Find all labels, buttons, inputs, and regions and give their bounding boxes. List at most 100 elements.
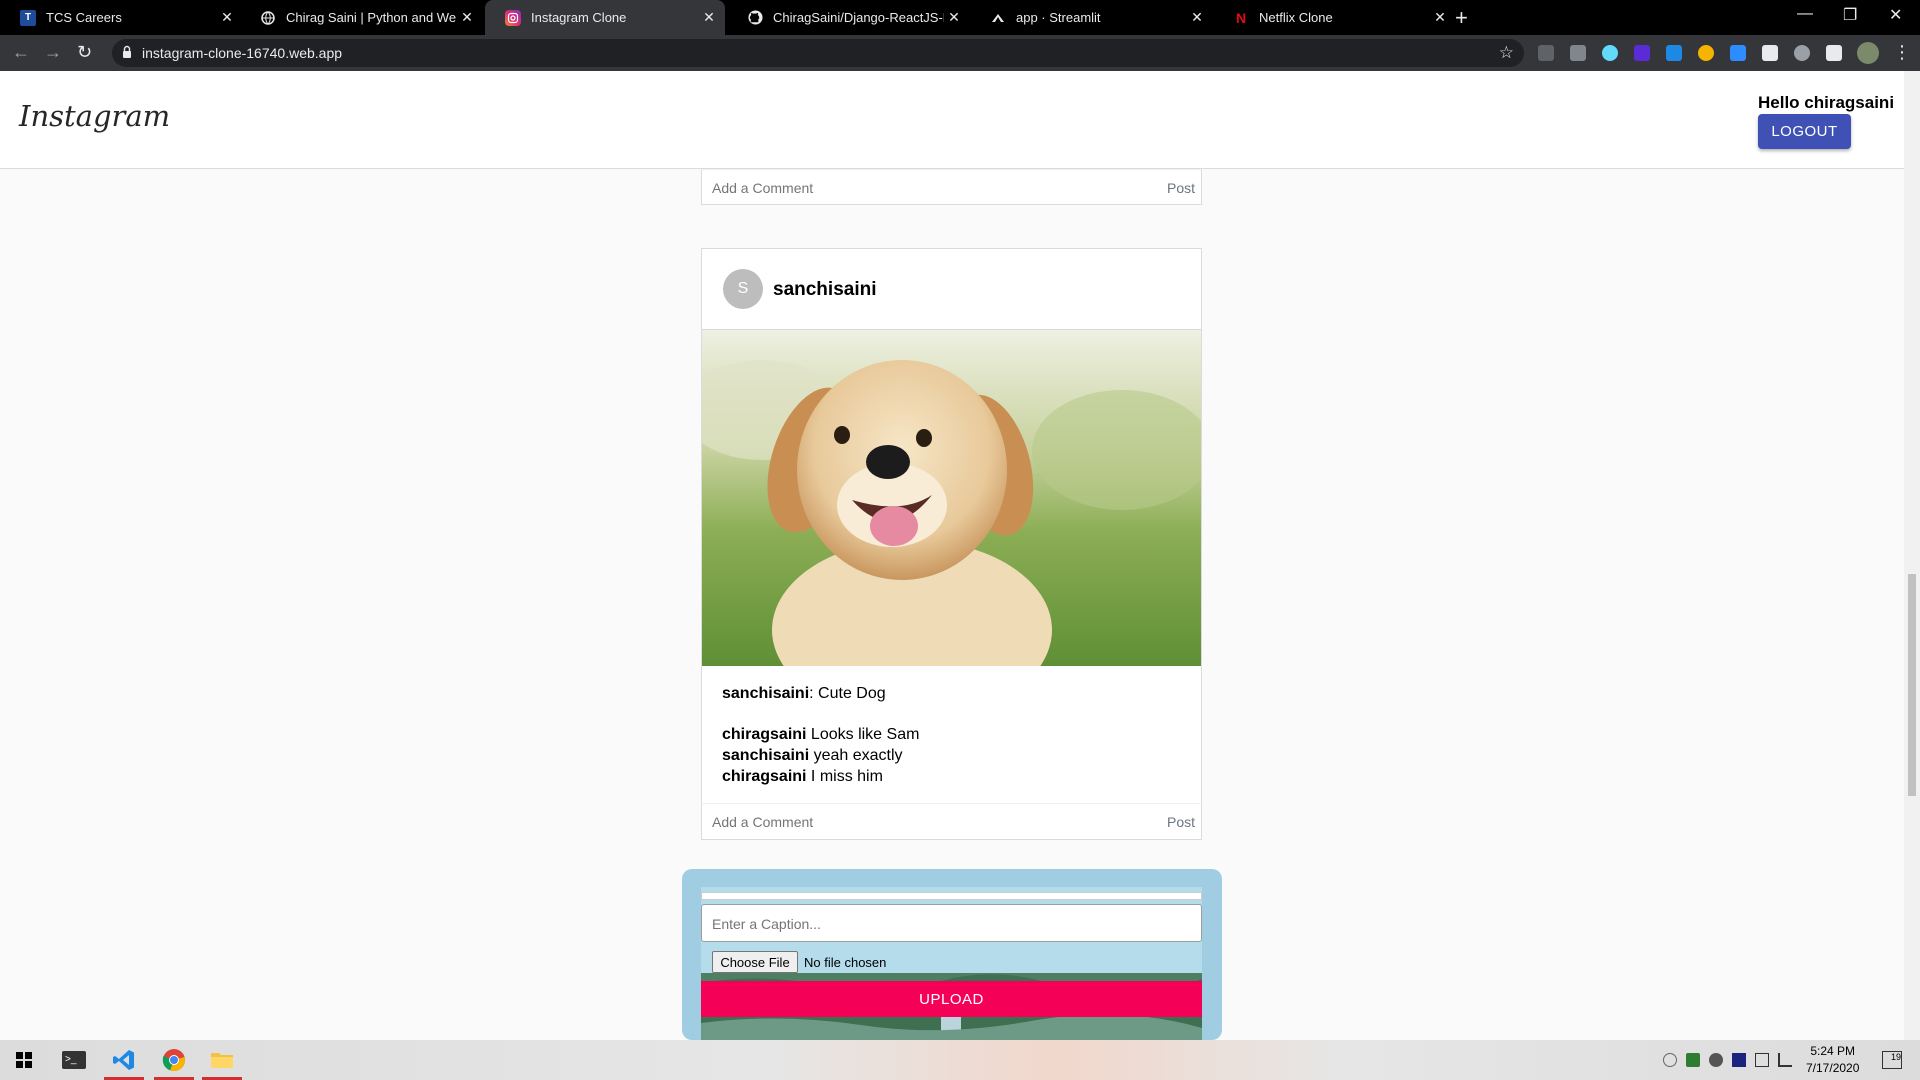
tab-title: Netflix Clone (1259, 10, 1333, 25)
tcs-icon: T (20, 9, 36, 26)
extension-redux-icon[interactable] (1634, 45, 1650, 61)
window-close-icon[interactable]: ✕ (1889, 5, 1902, 25)
tab-instagram-clone[interactable]: Instagram Clone ✕ (485, 0, 725, 35)
extension-zoom-icon[interactable] (1730, 45, 1746, 61)
github-icon (747, 10, 763, 26)
page-content: Instagram Hello chiragsaini LOGOUT Add a… (0, 71, 1904, 1040)
tray-shield-icon[interactable] (1686, 1053, 1700, 1067)
clock-time: 5:24 PM (1810, 1044, 1856, 1058)
bookmark-star-icon[interactable]: ☆ (1499, 43, 1514, 63)
post-comment-button[interactable]: Post (1167, 814, 1195, 830)
profile-avatar[interactable] (1857, 42, 1879, 64)
close-icon[interactable]: ✕ (457, 9, 477, 26)
close-icon[interactable]: ✕ (699, 9, 719, 26)
windows-start-icon[interactable] (0, 1040, 48, 1080)
post-comment-button[interactable]: Post (1167, 180, 1195, 196)
url-text: instagram-clone-16740.web.app (142, 45, 343, 61)
close-icon[interactable]: ✕ (1187, 9, 1207, 26)
tab-title: Chirag Saini | Python and Web D (286, 10, 457, 25)
file-explorer-icon[interactable] (198, 1040, 246, 1080)
file-status-text: No file chosen (804, 955, 887, 970)
close-icon[interactable]: ✕ (217, 9, 237, 26)
greeting-text: Hello chiragsaini (1758, 93, 1895, 112)
comment-item: chiragsaini Looks like Sam (722, 726, 919, 744)
back-icon[interactable]: ← (12, 42, 30, 63)
reload-icon[interactable]: ↻ (77, 42, 92, 63)
image-upload-card: Enter a Caption... Choose File No file c… (682, 869, 1222, 1040)
tab-streamlit[interactable]: app · Streamlit ✕ (970, 0, 1213, 35)
comment-text: yeah exactly (809, 747, 903, 764)
lock-icon (123, 45, 131, 58)
minimize-icon[interactable]: — (1797, 5, 1813, 23)
extension-calendar-icon[interactable] (1762, 45, 1778, 61)
tray-volume-icon[interactable] (1778, 1053, 1792, 1067)
comment-item: chiragsaini I miss him (722, 768, 883, 786)
comment-form: Add a Comment Post (701, 169, 1202, 205)
forward-icon[interactable]: → (44, 42, 62, 63)
tray-network-icon[interactable] (1755, 1053, 1769, 1067)
address-bar[interactable]: instagram-clone-16740.web.app ☆ (112, 39, 1524, 67)
tab-netflix-clone[interactable]: N Netflix Clone ✕ (1213, 0, 1456, 35)
post-image (702, 330, 1201, 666)
comment-username[interactable]: chiragsaini (722, 768, 806, 785)
close-icon[interactable]: ✕ (1430, 9, 1450, 26)
restore-icon[interactable]: ❐ (1843, 5, 1857, 25)
caption-text: : Cute Dog (809, 685, 886, 702)
page-scrollbar[interactable] (1904, 71, 1920, 1040)
choose-file-button[interactable]: Choose File (712, 951, 798, 973)
notification-center-icon[interactable]: 19 (1882, 1051, 1902, 1069)
tab-title: Instagram Clone (531, 10, 627, 25)
post-header: S sanchisaini (702, 249, 1201, 330)
instagram-icon (505, 9, 521, 26)
netflix-icon: N (1235, 9, 1247, 26)
comment-item: sanchisaini yeah exactly (722, 747, 903, 765)
extension-s-icon[interactable] (1666, 45, 1682, 61)
post-username[interactable]: sanchisaini (773, 279, 877, 301)
browser-tab-bar: T TCS Careers ✕ Chirag Saini | Python an… (0, 0, 1920, 35)
globe-icon (260, 10, 276, 26)
tab-title: TCS Careers (46, 10, 122, 25)
extensions-puzzle-icon[interactable] (1826, 45, 1842, 61)
extension-camera-icon[interactable] (1570, 45, 1586, 61)
new-tab-button[interactable]: + (1455, 5, 1468, 31)
extension-analytics-icon[interactable] (1538, 45, 1554, 61)
tray-defender-icon[interactable] (1732, 1053, 1746, 1067)
notification-count: 19 (1890, 1052, 1901, 1062)
tab-title: ChiragSaini/Django-ReactJS-Real (773, 10, 944, 25)
instagram-logo[interactable]: Instagram (19, 99, 170, 133)
windows-taskbar: >_ 5:24 PM 7/17/2020 19 (0, 1040, 1920, 1080)
tab-tcs-careers[interactable]: T TCS Careers ✕ (0, 0, 243, 35)
comment-username[interactable]: sanchisaini (722, 747, 809, 764)
caption-username[interactable]: sanchisaini (722, 685, 809, 702)
avatar[interactable]: S (723, 269, 763, 309)
tab-title: app · Streamlit (1016, 10, 1101, 25)
comment-username[interactable]: chiragsaini (722, 726, 806, 743)
tab-chirag-saini[interactable]: Chirag Saini | Python and Web D ✕ (240, 0, 483, 35)
menu-kebab-icon[interactable]: ⋮ (1893, 42, 1911, 63)
upload-button[interactable]: UPLOAD (701, 981, 1202, 1017)
comment-text: I miss him (806, 768, 883, 785)
extension-circle-icon[interactable] (1794, 45, 1810, 61)
vscode-icon[interactable] (100, 1040, 148, 1080)
caption-input[interactable]: Enter a Caption... (701, 904, 1202, 942)
comment-form: Add a Comment Post (701, 803, 1202, 840)
tray-cloud-icon[interactable] (1709, 1053, 1723, 1067)
close-icon[interactable]: ✕ (944, 9, 964, 26)
upload-progress-bar (701, 892, 1202, 900)
upload-form: Enter a Caption... Choose File No file c… (701, 887, 1202, 1040)
extension-react-icon[interactable] (1602, 45, 1618, 61)
tray-chevron-icon[interactable] (1663, 1053, 1677, 1067)
terminal-icon[interactable]: >_ (50, 1040, 98, 1080)
scrollbar-thumb[interactable] (1908, 574, 1916, 796)
streamlit-icon (990, 10, 1006, 26)
extension-owl-icon[interactable] (1698, 45, 1714, 61)
tab-github[interactable]: ChiragSaini/Django-ReactJS-Real ✕ (727, 0, 970, 35)
logout-button[interactable]: LOGOUT (1758, 114, 1851, 149)
comment-input[interactable]: Add a Comment (712, 180, 813, 196)
post-caption: sanchisaini: Cute Dog (722, 685, 886, 703)
clock-date: 7/17/2020 (1806, 1061, 1860, 1075)
browser-toolbar: ← → ↻ instagram-clone-16740.web.app ☆ ⋮ (0, 35, 1920, 71)
chrome-icon[interactable] (150, 1040, 198, 1080)
system-clock[interactable]: 5:24 PM 7/17/2020 (1806, 1043, 1859, 1077)
comment-input[interactable]: Add a Comment (712, 814, 813, 830)
